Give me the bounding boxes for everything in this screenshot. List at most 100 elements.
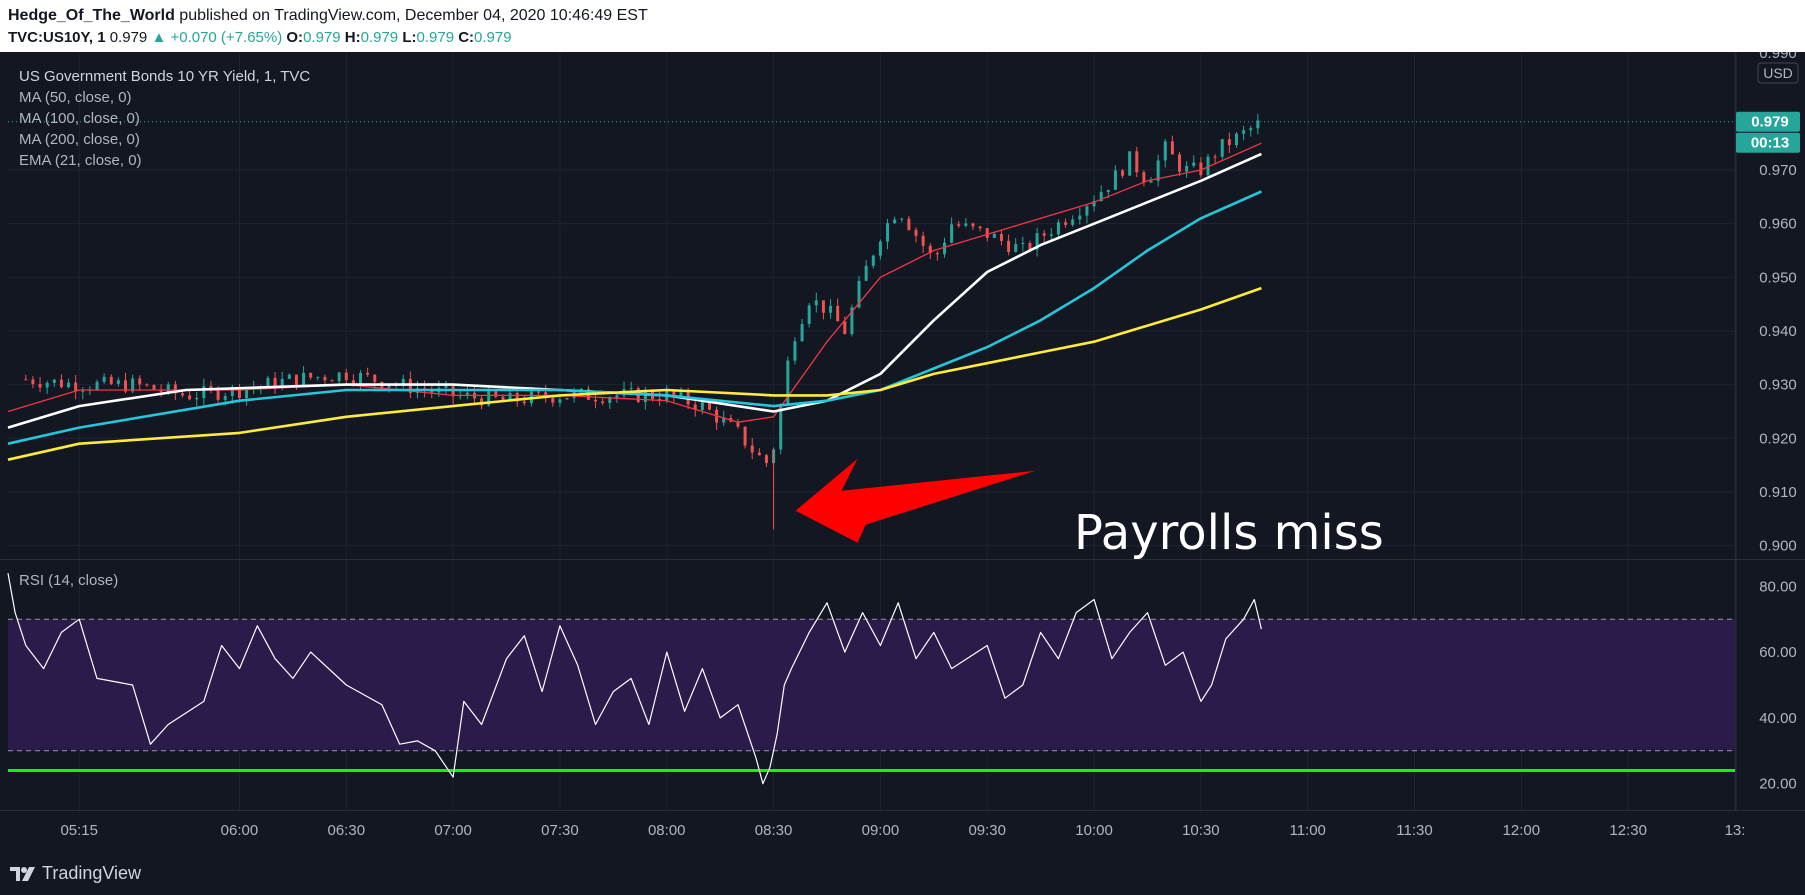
candle-body	[24, 379, 28, 381]
rsi-band	[8, 618, 1735, 773]
time-tick-label: 13:	[1725, 822, 1746, 839]
candle-body	[195, 397, 199, 400]
last-price: 0.979	[109, 29, 148, 46]
rsi-band-fill	[8, 619, 1735, 751]
candle-body	[1078, 215, 1082, 220]
candle-body	[266, 377, 270, 387]
rsi-tick-label: 60.00	[1759, 644, 1797, 661]
candle-body	[223, 396, 227, 400]
up-arrow-icon: ▲	[151, 29, 167, 46]
candle-body	[501, 396, 505, 400]
candle-body	[444, 386, 448, 388]
publisher-name[interactable]: Hedge_Of_The_World	[8, 7, 175, 24]
price-tick-label: 0.930	[1759, 377, 1797, 394]
candle-body	[629, 388, 633, 390]
low-value: 0.979	[416, 29, 455, 46]
candle-body	[893, 219, 897, 224]
close-label: C:	[458, 29, 475, 46]
high-label: H:	[344, 29, 361, 46]
legend-ma200[interactable]: MA (200, close, 0)	[19, 131, 140, 148]
candle-body	[985, 228, 989, 238]
candle-body	[245, 389, 249, 398]
candle-body	[202, 386, 206, 398]
chart-area[interactable]: 05:15 06:00 06:30 07:00 07:30 08:00 08:30 09:00…	[0, 52, 1805, 847]
legend-rsi[interactable]: RSI (14, close)	[19, 572, 118, 589]
candle-body	[188, 395, 192, 400]
candle-body	[900, 218, 904, 220]
legend-ema21[interactable]: EMA (21, close, 0)	[19, 152, 142, 169]
chart-canvas[interactable]: 05:15 06:00 06:30 07:00 07:30 08:00 08:30 09:00…	[0, 52, 1805, 847]
candle-body	[871, 255, 875, 266]
close-value: 0.979	[474, 29, 512, 46]
time-tick-label: 09:30	[968, 822, 1006, 839]
time-tick-label: 09:00	[862, 822, 900, 839]
candle-body	[793, 341, 797, 361]
legend-ma100[interactable]: MA (100, close, 0)	[19, 110, 140, 127]
price-tick-label: 0.920	[1759, 430, 1797, 447]
rsi-tick-label: 20.00	[1759, 776, 1797, 793]
candle-body	[864, 265, 868, 281]
candle-body	[508, 392, 512, 400]
time-tick-label: 06:30	[328, 822, 366, 839]
candle-body	[608, 397, 612, 403]
candle-body	[551, 398, 555, 403]
candle-body	[757, 452, 761, 456]
candle-body	[294, 374, 298, 386]
candle-body	[102, 376, 106, 382]
candle-body	[287, 374, 291, 379]
candle-body	[821, 300, 825, 313]
candle-body	[942, 242, 946, 255]
candle-body	[1121, 170, 1125, 176]
price-candles	[24, 113, 1260, 530]
candle-body	[615, 395, 619, 398]
candle-body	[166, 384, 170, 392]
candle-body	[971, 223, 975, 227]
candle-body	[800, 323, 804, 342]
high-value: 0.979	[360, 29, 399, 46]
countdown-badge-label: 00:13	[1751, 135, 1789, 152]
red-arrow-icon	[795, 458, 1036, 543]
candle-body	[1049, 234, 1053, 236]
candle-body	[1042, 233, 1046, 236]
brand-name: TradingView	[42, 863, 142, 883]
legend-title[interactable]: US Government Bonds 10 YR Yield, 1, TVC	[19, 68, 310, 85]
candle-body	[1213, 156, 1217, 158]
candle-body	[1142, 172, 1146, 183]
tradingview-brand[interactable]: TradingView	[10, 863, 141, 884]
candle-body	[67, 382, 71, 388]
annotation-text: Payrolls miss	[1074, 505, 1384, 561]
candle-body	[558, 399, 562, 403]
candle-body	[45, 382, 49, 388]
time-tick-label: 11:30	[1396, 822, 1432, 839]
candle-body	[1021, 243, 1025, 245]
candle-body	[95, 381, 99, 390]
candle-body	[814, 300, 818, 306]
time-tick-label: 05:15	[60, 822, 98, 839]
candle-body	[1085, 206, 1089, 216]
price-tick-label: 0.960	[1759, 216, 1797, 233]
price-tick-label-partial: 0.990	[1759, 52, 1797, 62]
candle-body	[1014, 244, 1018, 252]
candle-body	[351, 380, 355, 384]
candle-body	[950, 224, 954, 243]
price-tick-label: 0.940	[1759, 323, 1797, 340]
candle-body	[779, 404, 783, 450]
publication-line: Hedge_Of_The_World published on TradingV…	[8, 7, 648, 25]
candle-body	[109, 376, 113, 384]
candle-body	[359, 372, 363, 384]
candle-body	[999, 234, 1003, 241]
published-text: published on TradingView.com, December 0…	[179, 7, 648, 24]
legend-ma50[interactable]: MA (50, close, 0)	[19, 89, 132, 106]
candle-body	[829, 305, 833, 313]
candle-body	[1007, 240, 1011, 252]
time-tick-label: 07:00	[434, 822, 472, 839]
candle-body	[31, 379, 35, 385]
candle-body	[992, 234, 996, 238]
candle-body	[907, 218, 911, 230]
candle-body	[1128, 151, 1132, 176]
candle-body	[1163, 141, 1167, 161]
candle-body	[387, 385, 391, 388]
candle-body	[914, 229, 918, 236]
price-tick-label: 0.910	[1759, 484, 1797, 501]
candle-body	[1185, 165, 1189, 172]
